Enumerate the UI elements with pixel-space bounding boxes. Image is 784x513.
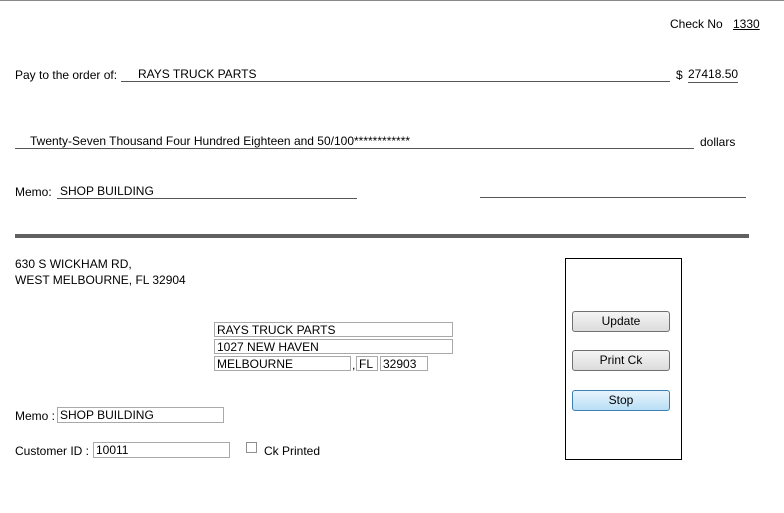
payee-street-field[interactable]: 1027 NEW HAVEN	[214, 339, 453, 354]
check-divider	[15, 234, 749, 238]
check-memo-value: SHOP BUILDING	[60, 184, 154, 198]
memo-label: Memo :	[15, 409, 56, 423]
check-no-value: 1330	[733, 17, 760, 31]
ck-printed-label: Ck Printed	[264, 444, 321, 458]
payee-city-field[interactable]: MELBOURNE	[214, 356, 351, 371]
amount-value: 27418.50	[688, 67, 738, 81]
sender-address-line1: 630 S WICKHAM RD,	[15, 257, 132, 271]
pay-to-label: Pay to the order of:	[15, 68, 118, 82]
signature-line	[480, 197, 746, 198]
check-memo-label: Memo:	[15, 185, 52, 199]
top-border	[0, 0, 784, 1]
amount-line: 27418.50	[688, 66, 738, 83]
update-button[interactable]: Update	[572, 311, 670, 332]
check-no-label: Check No	[670, 17, 723, 31]
payee-state-field[interactable]: FL	[356, 356, 378, 371]
payee-name: RAYS TRUCK PARTS	[138, 67, 257, 81]
memo-field[interactable]: SHOP BUILDING	[57, 407, 224, 423]
sender-address-line2: WEST MELBOURNE, FL 32904	[15, 273, 186, 287]
customer-id-field[interactable]: 10011	[93, 442, 230, 458]
payee-zip-field[interactable]: 32903	[380, 356, 428, 371]
customer-id-label: Customer ID :	[15, 444, 90, 458]
dollars-label: dollars	[700, 135, 736, 149]
check-memo-line: SHOP BUILDING	[57, 183, 357, 199]
payee-name-field[interactable]: RAYS TRUCK PARTS	[214, 322, 453, 337]
city-state-separator: ,	[352, 358, 356, 372]
dollar-sign: $	[676, 68, 683, 82]
print-check-button[interactable]: Print Ck	[572, 350, 670, 371]
ck-printed-checkbox[interactable]	[246, 442, 257, 453]
amount-words: Twenty-Seven Thousand Four Hundred Eight…	[30, 134, 411, 148]
stop-button[interactable]: Stop	[572, 390, 670, 411]
amount-words-line: Twenty-Seven Thousand Four Hundred Eight…	[15, 133, 694, 149]
payee-line: RAYS TRUCK PARTS	[121, 66, 670, 82]
